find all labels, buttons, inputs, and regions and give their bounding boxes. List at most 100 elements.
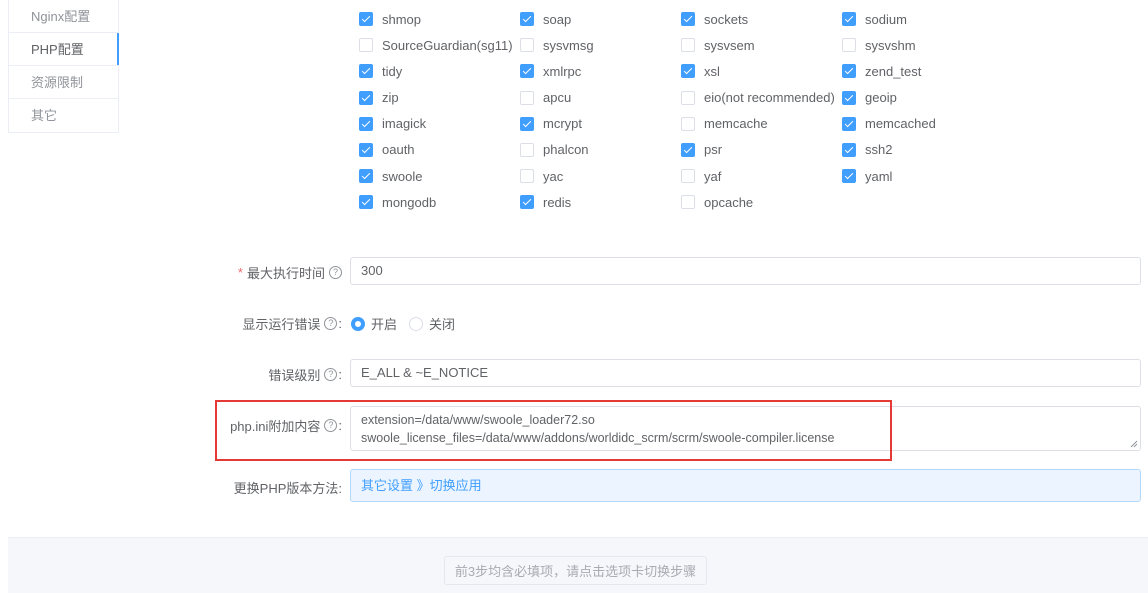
radio-on[interactable]: 开启 <box>351 314 397 333</box>
checkbox-checked-icon[interactable] <box>520 195 534 210</box>
extension-checkbox-item[interactable]: geoip <box>842 85 1003 111</box>
help-icon[interactable]: ? <box>329 266 342 279</box>
radio-off-circle[interactable] <box>409 316 424 331</box>
sidebar-item-other[interactable]: 其它 <box>9 99 118 132</box>
extension-checkbox-item[interactable]: sysvmsg <box>520 32 681 58</box>
radio-on-circle[interactable] <box>351 316 365 331</box>
textarea-line: swoole_license_files=/data/www/addons/wo… <box>361 431 835 445</box>
extension-checkbox-item[interactable]: sysvsem <box>681 32 842 58</box>
extension-checkbox-item[interactable]: yaf <box>681 163 842 189</box>
checkbox-checked-icon[interactable] <box>842 64 856 79</box>
extension-checkbox-item[interactable]: eio(not recommended) <box>681 85 842 111</box>
extension-label: psr <box>704 142 723 158</box>
extension-checkbox-item[interactable]: sysvshm <box>842 32 1003 58</box>
extension-checkbox-item[interactable]: memcache <box>681 111 842 137</box>
checkbox-checked-icon[interactable] <box>681 64 695 79</box>
checkbox-checked-icon[interactable] <box>842 116 856 131</box>
extension-checkbox-item[interactable]: opcache <box>681 189 842 215</box>
checkbox-unchecked-icon[interactable] <box>520 90 534 105</box>
extension-label: xmlrpc <box>543 63 582 79</box>
max-exec-time-label-text: 最大执行时间 <box>246 266 325 281</box>
extension-checkbox-item[interactable]: xsl <box>681 58 842 84</box>
checkbox-checked-icon[interactable] <box>359 90 373 105</box>
resize-handle-icon[interactable] <box>1130 440 1138 448</box>
next-step-button[interactable]: 前3步均含必填项，请点击选项卡切换步骤 <box>444 556 707 585</box>
extension-label: sysvsem <box>704 37 755 53</box>
extension-checkbox-item[interactable]: phalcon <box>520 137 681 163</box>
extension-label: mongodb <box>382 194 437 210</box>
checkbox-checked-icon[interactable] <box>359 116 373 131</box>
switch-php-info-box: 其它设置 》切换应用 <box>350 469 1141 502</box>
help-icon[interactable]: ? <box>324 419 338 432</box>
extension-label: sockets <box>704 11 749 27</box>
extension-label: apcu <box>543 90 572 106</box>
checkbox-checked-icon[interactable] <box>359 12 373 26</box>
error-level-input[interactable]: E_ALL & ~E_NOTICE <box>350 359 1141 387</box>
checkbox-unchecked-icon[interactable] <box>842 38 856 53</box>
checkbox-unchecked-icon[interactable] <box>681 169 695 184</box>
checkbox-checked-icon[interactable] <box>520 12 534 26</box>
checkbox-checked-icon[interactable] <box>842 169 856 184</box>
extension-checkbox-item[interactable]: zip <box>359 85 520 111</box>
checkbox-checked-icon[interactable] <box>681 142 695 157</box>
extension-checkbox-item[interactable]: apcu <box>520 85 681 111</box>
other-settings-link[interactable]: 其它设置 》切换应用 <box>361 478 482 493</box>
help-icon[interactable]: ? <box>324 317 338 330</box>
sidebar-item-resource-limit[interactable]: 资源限制 <box>9 66 118 99</box>
max-exec-time-input[interactable]: 300 <box>350 257 1141 285</box>
extension-checkbox-item[interactable]: tidy <box>359 58 520 84</box>
checkbox-unchecked-icon[interactable] <box>520 169 534 184</box>
extension-checkbox-item[interactable]: xmlrpc <box>520 58 681 84</box>
checkbox-checked-icon[interactable] <box>842 90 856 105</box>
checkbox-unchecked-icon[interactable] <box>681 116 695 131</box>
extension-label: shmop <box>382 11 422 27</box>
required-mark: * <box>237 265 243 280</box>
extension-checkbox-item[interactable]: soap <box>520 6 681 32</box>
extension-checkbox-item[interactable]: yac <box>520 163 681 189</box>
extension-label: redis <box>543 194 572 210</box>
checkbox-checked-icon[interactable] <box>359 195 373 210</box>
extension-checkbox-item[interactable]: oauth <box>359 137 520 163</box>
extension-checkbox-item[interactable]: imagick <box>359 111 520 137</box>
checkbox-unchecked-icon[interactable] <box>681 90 695 105</box>
extension-checkbox-item[interactable]: ssh2 <box>842 137 1003 163</box>
sidebar-item-nginx[interactable]: Nginx配置 <box>9 0 118 33</box>
checkbox-unchecked-icon[interactable] <box>359 38 373 53</box>
extension-label: yaf <box>704 168 722 184</box>
checkbox-checked-icon[interactable] <box>842 12 856 26</box>
help-icon[interactable]: ? <box>324 368 338 381</box>
extension-checkbox-item[interactable]: zend_test <box>842 58 1003 84</box>
php-ini-extra-textarea[interactable]: extension=/data/www/swoole_loader72.so s… <box>350 406 1141 451</box>
checkbox-checked-icon[interactable] <box>359 169 373 184</box>
extension-label: opcache <box>704 194 754 210</box>
extension-label: eio(not recommended) <box>704 90 835 106</box>
extension-label: SourceGuardian(sg11) <box>382 37 513 53</box>
extension-label: geoip <box>865 90 897 106</box>
checkbox-unchecked-icon[interactable] <box>520 142 534 157</box>
checkbox-unchecked-icon[interactable] <box>520 38 534 53</box>
radio-off[interactable]: 关闭 <box>409 314 455 333</box>
checkbox-checked-icon[interactable] <box>842 142 856 157</box>
extension-checkbox-item[interactable]: sockets <box>681 6 842 32</box>
extension-checkbox-item[interactable]: mongodb <box>359 189 520 215</box>
extension-checkbox-item[interactable]: yaml <box>842 163 1003 189</box>
checkbox-checked-icon[interactable] <box>520 116 534 131</box>
extension-label: mcrypt <box>543 116 582 132</box>
extension-checkbox-item[interactable]: swoole <box>359 163 520 189</box>
checkbox-unchecked-icon[interactable] <box>681 195 695 210</box>
sidebar-item-php[interactable]: PHP配置 <box>9 33 119 66</box>
extension-checkbox-item[interactable]: psr <box>681 137 842 163</box>
extension-checkbox-item[interactable]: sodium <box>842 6 1003 32</box>
extension-checkbox-item[interactable]: mcrypt <box>520 111 681 137</box>
extension-checkbox-item[interactable]: shmop <box>359 6 520 32</box>
checkbox-checked-icon[interactable] <box>359 142 373 157</box>
extension-checkbox-item[interactable]: memcached <box>842 111 1003 137</box>
extension-label: oauth <box>382 142 415 158</box>
checkbox-unchecked-icon[interactable] <box>681 38 695 53</box>
php-extensions-grid: shmop soap sockets sodium SourceGuardian(sg1… <box>359 6 1019 216</box>
extension-checkbox-item[interactable]: redis <box>520 189 681 215</box>
checkbox-checked-icon[interactable] <box>681 12 695 26</box>
checkbox-checked-icon[interactable] <box>520 64 534 79</box>
checkbox-checked-icon[interactable] <box>359 64 373 79</box>
extension-checkbox-item[interactable]: SourceGuardian(sg11) <box>359 32 520 58</box>
